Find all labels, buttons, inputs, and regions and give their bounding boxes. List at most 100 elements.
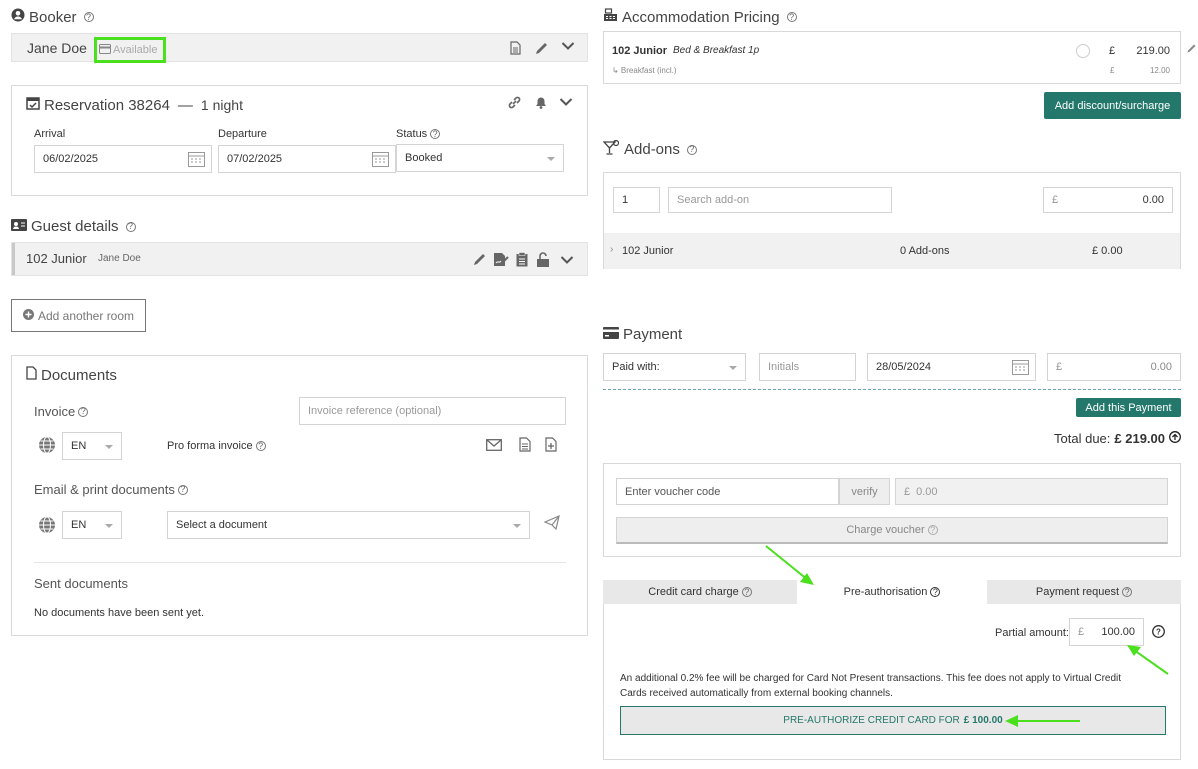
id-card-icon	[11, 218, 27, 235]
payment-date-value: 28/05/2024	[876, 361, 932, 373]
status-select[interactable]: Booked	[396, 144, 564, 172]
add-room-button[interactable]: Add another room	[11, 299, 146, 332]
guest-header: Guest details ?	[11, 218, 136, 235]
arrival-input[interactable]: 06/02/2025	[34, 145, 212, 173]
voucher-code-input[interactable]: Enter voucher code	[616, 478, 839, 505]
clipboard-icon[interactable]	[516, 252, 528, 267]
pencil-icon[interactable]	[472, 252, 487, 267]
help-icon[interactable]: ?	[255, 441, 266, 451]
addons-title: Add-ons	[624, 141, 680, 158]
guest-bar-accent	[12, 243, 15, 275]
verify-button[interactable]: verify	[839, 478, 890, 505]
total-due-value: £ 219.00	[1114, 431, 1165, 446]
paid-with-select[interactable]: Paid with:	[603, 353, 746, 381]
voucher-currency: £	[904, 485, 911, 498]
chevron-right-icon[interactable]: ›	[610, 244, 613, 255]
total-due-label: Total due:	[1054, 431, 1111, 446]
pricing-sub-price: 12.00	[1149, 66, 1170, 75]
add-payment-button[interactable]: Add this Payment	[1076, 398, 1181, 417]
chevron-down-icon[interactable]	[560, 255, 574, 265]
payment-amount-input[interactable]: £ 0.00	[1047, 353, 1181, 381]
send-icon[interactable]	[543, 514, 560, 533]
guest-room[interactable]: 102 Junior	[26, 251, 87, 266]
addons-summary-row[interactable]: › 102 Junior 0 Add-ons £ 0.00	[604, 233, 1180, 269]
help-icon[interactable]: ?	[78, 406, 89, 417]
help-icon[interactable]: ?	[125, 221, 136, 232]
help-icon[interactable]: ?	[83, 12, 94, 22]
file-plus-icon[interactable]	[545, 437, 557, 455]
envelope-icon[interactable]	[486, 439, 502, 454]
email-print-label: Email & print documents	[34, 482, 175, 497]
addon-search-input[interactable]: Search add-on	[668, 187, 892, 213]
invoice-reference-placeholder: Invoice reference (optional)	[308, 405, 442, 417]
add-discount-button[interactable]: Add discount/surcharge	[1044, 92, 1181, 119]
cash-register-icon	[603, 8, 618, 26]
departure-input[interactable]: 07/02/2025	[218, 145, 396, 173]
departure-label: Departure	[218, 128, 267, 140]
document-select[interactable]: Select a document	[167, 511, 530, 539]
initials-input[interactable]: Initials	[759, 353, 856, 381]
addon-amount-input[interactable]: £ 0.00	[1043, 187, 1173, 213]
help-icon[interactable]: ?	[177, 484, 188, 495]
departure-value: 07/02/2025	[227, 153, 283, 165]
pro-forma-label-wrap: Pro forma invoice ?	[167, 440, 266, 452]
pricing-price[interactable]: 219.00	[1136, 45, 1170, 57]
voucher-amount-input[interactable]: £ 0.00	[895, 478, 1168, 505]
status-value: Booked	[405, 152, 443, 164]
pricing-sub-currency: £	[1110, 66, 1115, 75]
invoice-reference-input[interactable]: Invoice reference (optional)	[299, 397, 566, 425]
globe-icon	[38, 436, 56, 457]
help-icon[interactable]: ?	[686, 144, 697, 155]
payment-amount: 0.00	[1150, 361, 1172, 373]
link-icon[interactable]	[507, 95, 522, 110]
pricing-room: 102 Junior	[612, 45, 668, 57]
help-icon[interactable]: ?	[927, 525, 938, 535]
payment-date-input[interactable]: 28/05/2024	[867, 353, 1036, 381]
language-select[interactable]: EN	[62, 511, 122, 539]
status-label: Status	[396, 128, 428, 140]
sent-documents-empty: No documents have been sent yet.	[34, 607, 204, 619]
pencil-icon[interactable]	[1186, 43, 1197, 57]
addon-amount: 0.00	[1142, 194, 1164, 206]
add-room-label: Add another room	[37, 308, 135, 323]
document-icon[interactable]	[519, 437, 531, 455]
documents-panel: Documents Invoice ? Invoice reference (o…	[11, 355, 588, 636]
bell-icon[interactable]	[534, 95, 548, 110]
availability-badge: Available	[94, 37, 166, 63]
calendar-icon[interactable]	[188, 151, 205, 170]
language-select[interactable]: EN	[62, 432, 122, 460]
document-icon[interactable]	[510, 41, 521, 55]
pricing-currency: £	[1109, 45, 1116, 57]
booker-header: Booker ?	[11, 8, 94, 26]
voucher-amount: 0.00	[916, 485, 938, 498]
user-circle-icon	[11, 8, 25, 26]
payment-divider	[603, 389, 1181, 390]
pricing-sub-item: ↳ Breakfast (incl.)	[612, 66, 677, 75]
pencil-icon[interactable]	[534, 41, 549, 56]
signature-icon[interactable]	[493, 252, 509, 267]
chevron-down-icon[interactable]	[559, 97, 573, 107]
status-label-wrap: Status ?	[396, 128, 441, 140]
guest-name: Jane Doe	[98, 253, 141, 264]
divider	[34, 562, 566, 563]
calendar-icon[interactable]	[372, 151, 389, 170]
payment-title: Payment	[623, 326, 683, 343]
chevron-down-icon[interactable]	[561, 41, 575, 51]
help-icon[interactable]: ?	[786, 12, 797, 22]
invoice-label-wrap: Invoice ?	[34, 404, 89, 419]
pro-forma-label: Pro forma invoice	[167, 440, 253, 452]
reservation-nights: 1 night	[200, 97, 243, 113]
price-radio[interactable]	[1076, 44, 1090, 58]
help-icon[interactable]: ?	[430, 129, 441, 139]
arrow-up-circle-icon[interactable]	[1169, 431, 1181, 446]
arrival-label: Arrival	[34, 128, 66, 140]
voucher-code-placeholder: Enter voucher code	[625, 485, 721, 498]
email-print-label-wrap: Email & print documents ?	[34, 482, 188, 497]
booker-name[interactable]: Jane Doe	[27, 40, 87, 56]
addon-qty-input[interactable]: 1	[613, 187, 660, 213]
addons-row-count: 0 Add-ons	[900, 245, 950, 257]
calendar-icon[interactable]	[1012, 359, 1029, 378]
pricing-plan: Bed & Breakfast 1p	[673, 45, 760, 56]
unlock-icon[interactable]	[536, 252, 550, 267]
sent-documents-title: Sent documents	[34, 576, 128, 591]
